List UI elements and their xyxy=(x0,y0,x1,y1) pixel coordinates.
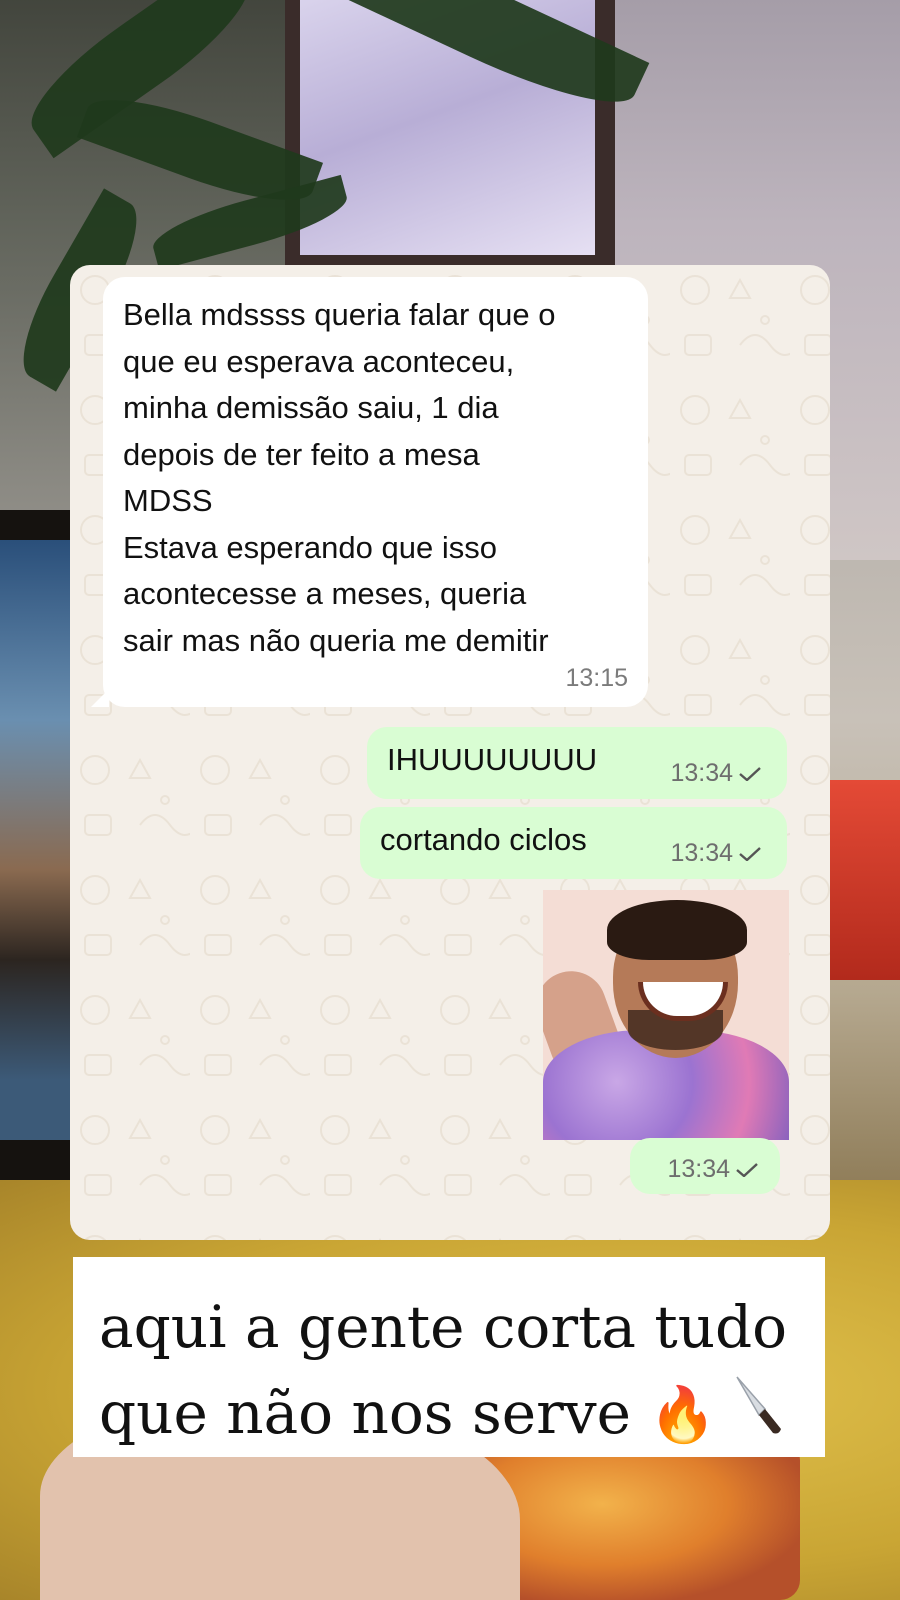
caption-line-2: que não nos serve xyxy=(99,1379,631,1447)
message-time: 13:15 xyxy=(565,664,628,692)
check-icon xyxy=(739,846,761,861)
check-icon xyxy=(739,766,761,781)
knife-icon xyxy=(735,1376,781,1434)
chat-screenshot: Bella mdssss queria falar que o que eu e… xyxy=(70,265,830,1240)
caption-line-2-wrap: que não nos serve 🔥 xyxy=(99,1369,825,1457)
outgoing-message[interactable]: IHUUUUUUUU 13:34 xyxy=(367,727,787,799)
image-message[interactable] xyxy=(543,890,789,1140)
caption-line-1: aqui a gente corta tudo xyxy=(99,1293,788,1361)
message-time: 13:34 xyxy=(670,759,733,787)
check-icon xyxy=(736,1162,758,1177)
message-text: Bella mdssss queria falar que o que eu e… xyxy=(123,297,556,658)
outgoing-message[interactable]: cortando ciclos 13:34 xyxy=(360,807,787,879)
message-text: cortando ciclos xyxy=(380,822,587,857)
message-time: 13:34 xyxy=(667,1155,730,1183)
bubble-tail xyxy=(91,689,109,707)
message-time: 13:34 xyxy=(670,839,733,867)
incoming-message[interactable]: Bella mdssss queria falar que o que eu e… xyxy=(91,277,648,707)
story-caption: aqui a gente corta tudo que não nos serv… xyxy=(73,1257,825,1457)
image-message-meta: 13:34 xyxy=(630,1138,780,1194)
message-text: IHUUUUUUUU xyxy=(387,742,598,777)
fire-icon: 🔥 xyxy=(649,1383,717,1446)
